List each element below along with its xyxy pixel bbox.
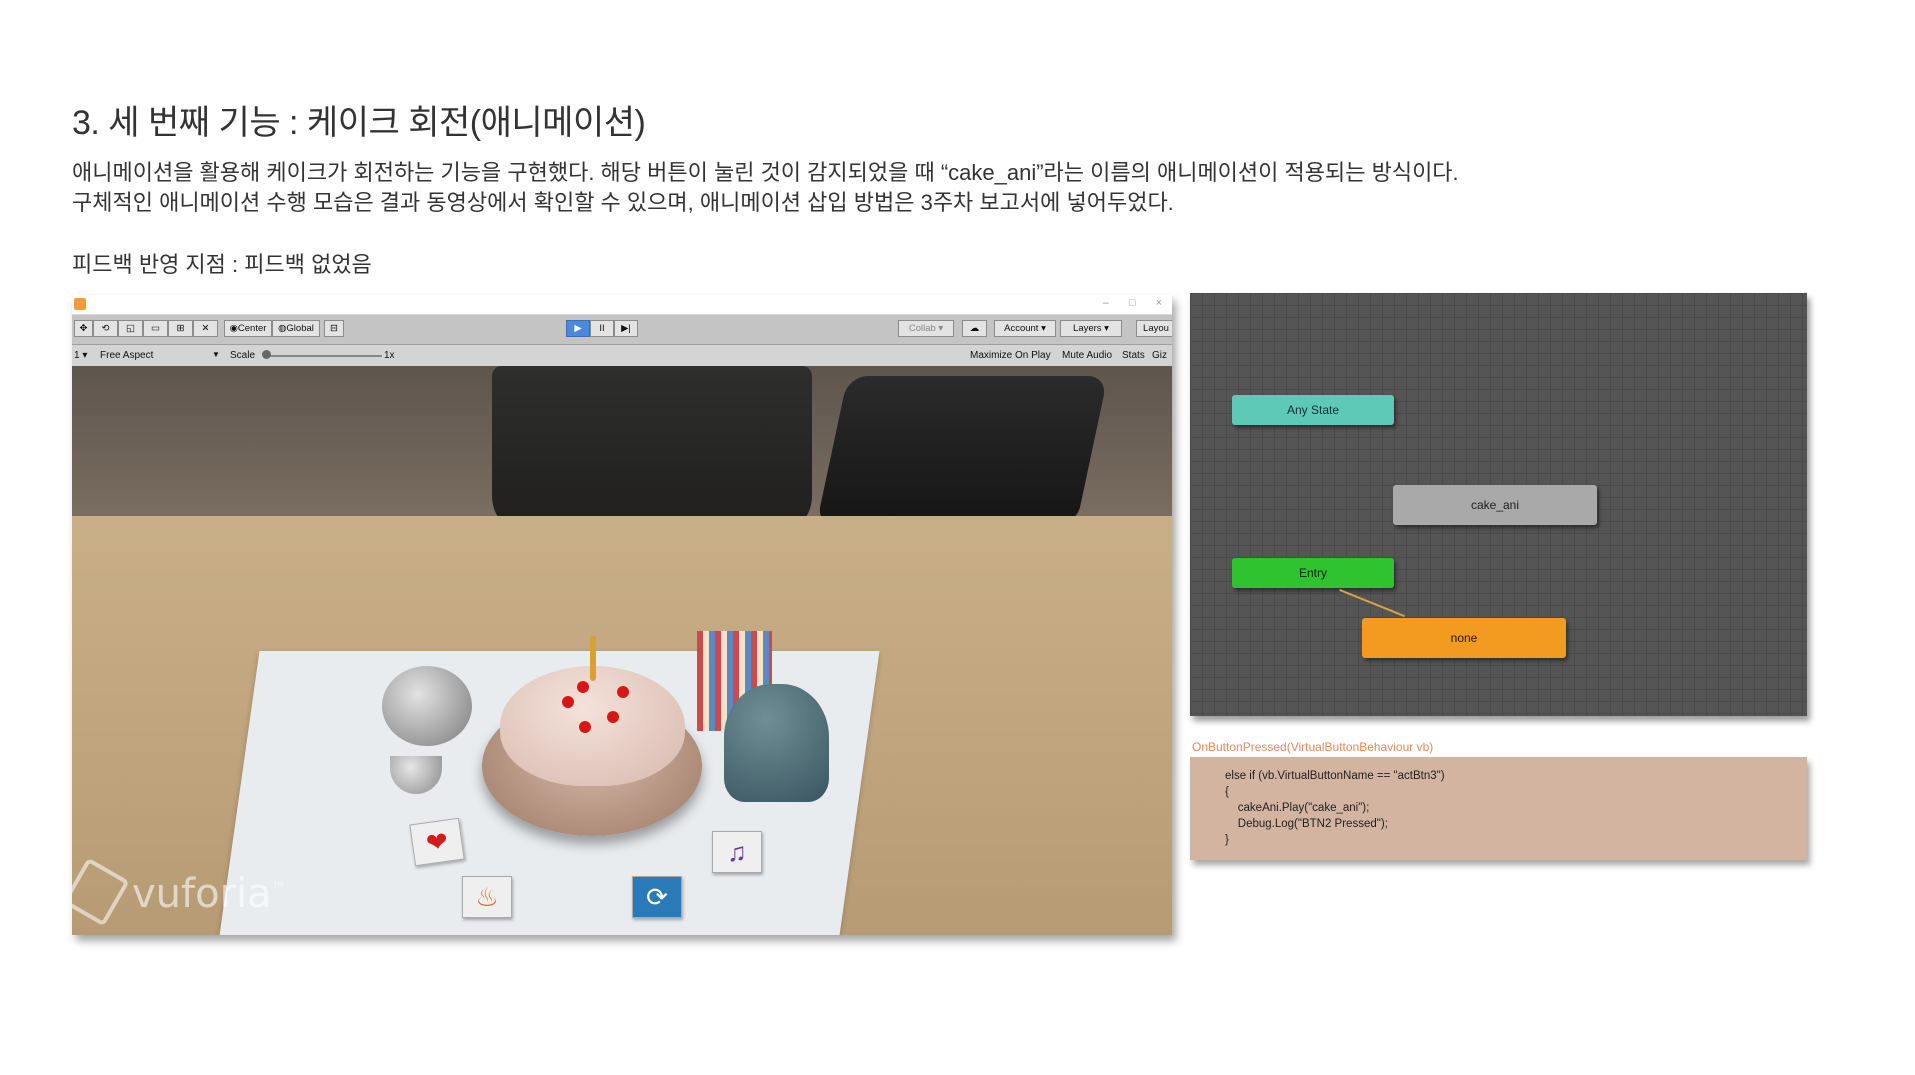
code-line: { [1225, 786, 1229, 798]
account-dropdown[interactable]: Account ▾ [994, 320, 1056, 337]
vuforia-trademark: ™ [271, 880, 286, 897]
chair-back [492, 366, 812, 536]
step-button[interactable]: ▶| [614, 320, 638, 337]
maximize-icon[interactable]: □ [1129, 297, 1136, 309]
transform-tool-icon[interactable]: ✕ [193, 320, 218, 337]
cherry [562, 696, 574, 708]
ar-camera-view: ❤ ♨ ⟳ ♫ vuforia™ [72, 366, 1172, 935]
music-note-icon[interactable]: ♫ [712, 831, 762, 873]
cherry [577, 681, 589, 693]
rotate-tool-icon[interactable]: ◱ [118, 320, 143, 337]
aspect-dropdown[interactable]: Free Aspect [100, 350, 153, 361]
fire-icon[interactable]: ♨ [462, 876, 512, 918]
game-view-bar: 1 ▾ Free Aspect ▼ Scale 1x Maximize On P… [72, 345, 1172, 368]
pivot-center-label: Center [237, 323, 267, 334]
scale-label: Scale [230, 350, 256, 361]
description-line-2: 구체적인 애니메이션 수행 모습은 결과 동영상에서 확인할 수 있으며, 애니… [72, 190, 1174, 215]
page-title: 3. 세 번째 기능 : 케이크 회전(애니메이션) [72, 104, 646, 142]
close-icon[interactable]: × [1156, 297, 1162, 309]
code-line: cakeAni.Play("cake_ani"); [1225, 802, 1370, 814]
layers-dropdown[interactable]: Layers ▾ [1060, 320, 1122, 337]
description-line-1: 애니메이션을 활용해 케이크가 회전하는 기능을 구현했다. 해당 버튼이 눌린… [72, 160, 1459, 185]
code-line: } [1225, 834, 1229, 846]
main-toolbar: ✥ ⟲ ◱ ▭ ⊞ ✕ ◉ Center ◍ Global ⊟ ▶ II ▶| Co… [72, 315, 1172, 345]
collab-button[interactable]: Collab ▾ [898, 320, 954, 337]
cherry [607, 711, 619, 723]
layout-dropdown[interactable]: Layou [1136, 320, 1172, 337]
scale-tool-icon[interactable]: ▭ [143, 320, 168, 337]
window-controls: – □ × [1103, 297, 1162, 309]
play-button[interactable]: ▶ [566, 320, 590, 337]
pivot-center-button[interactable]: ◉ Center [224, 320, 272, 337]
round-gift-box-model [724, 684, 829, 802]
maximize-on-play-toggle[interactable]: Maximize On Play [970, 350, 1051, 361]
vuforia-watermark-text: vuforia [132, 871, 272, 917]
description: 애니메이션을 활용해 케이크가 회전하는 기능을 구현했다. 해당 버튼이 눌린… [72, 158, 1459, 218]
pivot-global-button[interactable]: ◍ Global [272, 320, 320, 337]
aspect-dropdown-arrow-icon[interactable]: ▼ [212, 350, 220, 359]
display-dropdown[interactable]: 1 ▾ [74, 350, 87, 361]
pivot-global-label: Global [286, 323, 314, 334]
unity-logo-icon [74, 298, 86, 310]
rotate-icon[interactable]: ⟳ [632, 876, 682, 918]
unity-editor-window: – □ × ✥ ⟲ ◱ ▭ ⊞ ✕ ◉ Center ◍ Global ⊟ ▶ II… [72, 295, 1172, 935]
rect-tool-icon[interactable]: ⊞ [168, 320, 193, 337]
scale-slider-handle[interactable] [262, 350, 271, 359]
entry-node[interactable]: Entry [1232, 558, 1394, 588]
gizmos-dropdown[interactable]: Giz [1152, 350, 1167, 361]
code-title: OnButtonPressed(VirtualButtonBehaviour v… [1192, 740, 1434, 754]
stats-toggle[interactable]: Stats [1122, 350, 1145, 361]
entry-to-none-transition[interactable] [1339, 589, 1405, 618]
cake-ani-node[interactable]: cake_ani [1393, 485, 1597, 525]
move-tool-icon[interactable]: ⟲ [93, 320, 118, 337]
mute-audio-toggle[interactable]: Mute Audio [1062, 350, 1112, 361]
animator-graph: Any State cake_ani Entry none [1190, 293, 1807, 716]
vuforia-watermark: vuforia™ [92, 871, 286, 917]
scale-value: 1x [384, 350, 395, 361]
pause-button[interactable]: II [590, 320, 614, 337]
code-line: else if (vb.VirtualButtonName == "actBtn… [1225, 770, 1445, 782]
scale-slider-track[interactable] [267, 355, 382, 357]
none-node[interactable]: none [1362, 618, 1566, 658]
minimize-icon[interactable]: – [1103, 297, 1109, 309]
any-state-node[interactable]: Any State [1232, 395, 1394, 425]
code-snippet: else if (vb.VirtualButtonName == "actBtn… [1190, 757, 1807, 860]
code-line: Debug.Log("BTN2 Pressed"); [1225, 818, 1388, 830]
candle-model [590, 636, 596, 681]
title-bar: – □ × [72, 295, 1172, 315]
snap-icon[interactable]: ⊟ [324, 320, 344, 337]
feedback-note: 피드백 반영 지점 : 피드백 없었음 [72, 252, 372, 277]
cherry [617, 686, 629, 698]
cake-model [500, 666, 685, 786]
heart-icon[interactable]: ❤ [409, 817, 465, 867]
chair-side [816, 376, 1108, 526]
teapot-model [382, 666, 472, 746]
cherry [579, 721, 591, 733]
hand-tool-icon[interactable]: ✥ [74, 320, 93, 337]
cloud-icon[interactable]: ☁ [962, 320, 987, 337]
